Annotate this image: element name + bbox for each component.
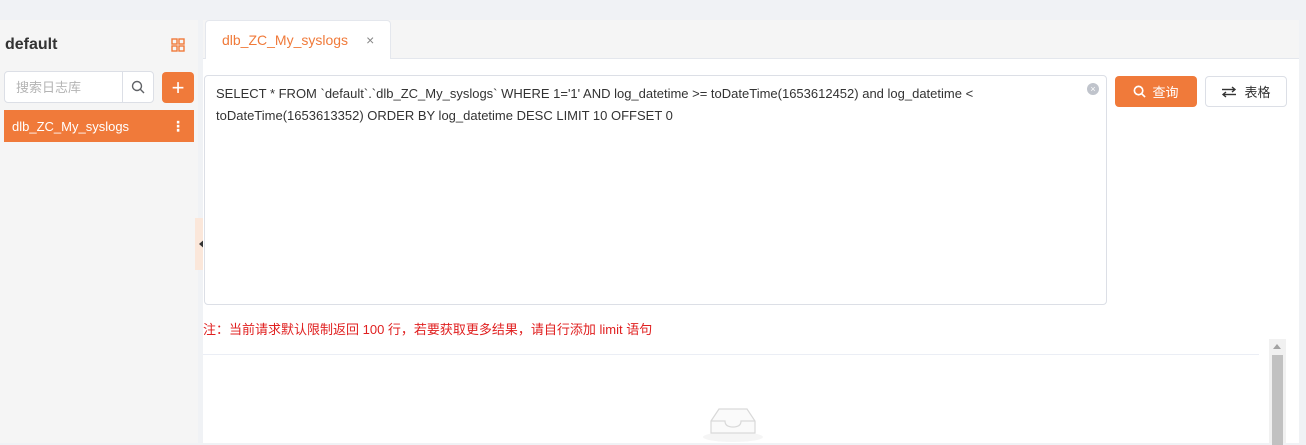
search-input[interactable] (5, 72, 122, 102)
swap-icon (1222, 85, 1237, 98)
top-strip (0, 0, 1306, 10)
results-scrollbar[interactable] (1269, 339, 1286, 445)
plus-icon: + (171, 74, 185, 100)
search-icon (131, 80, 145, 94)
page-edge (1299, 10, 1306, 443)
search-icon (1134, 85, 1147, 98)
sidebar: default + dlb_ZC_My_syslogs ⋮ (0, 20, 198, 443)
query-button-label: 查询 (1152, 85, 1179, 100)
clear-icon[interactable]: × (1087, 83, 1099, 95)
limit-note: 注：当前请求默认限制返回 100 行，若要获取更多结果，请自行添加 limit … (203, 322, 653, 337)
sidebar-item-dlb-zc-my-syslogs[interactable]: dlb_ZC_My_syslogs ⋮ (4, 110, 194, 142)
tab-label: dlb_ZC_My_syslogs (222, 32, 349, 48)
more-menu-icon[interactable]: ⋮ (168, 118, 188, 135)
main-panel: dlb_ZC_My_syslogs × SELECT * FROM `defau… (203, 20, 1299, 443)
results-area (203, 355, 1259, 443)
sidebar-item-label: dlb_ZC_My_syslogs (12, 118, 130, 134)
tab-bar: dlb_ZC_My_syslogs × (203, 20, 1299, 59)
grid-icon[interactable] (171, 38, 185, 52)
search-button[interactable] (122, 72, 153, 102)
close-icon[interactable]: × (366, 32, 374, 48)
sql-editor[interactable]: SELECT * FROM `default`.`dlb_ZC_My_syslo… (204, 75, 1107, 305)
scroll-up-arrow-icon[interactable] (1273, 344, 1281, 349)
table-button-label: 表格 (1244, 85, 1271, 100)
query-button[interactable]: 查询 (1115, 76, 1197, 107)
empty-inbox-icon (703, 408, 763, 442)
search-box (4, 71, 154, 103)
sidebar-title: default (5, 36, 58, 53)
table-view-button[interactable]: 表格 (1205, 76, 1287, 107)
add-logstore-button[interactable]: + (162, 72, 194, 103)
scroll-thumb[interactable] (1272, 355, 1283, 445)
tab-dlb-zc-my-syslogs[interactable]: dlb_ZC_My_syslogs × (205, 20, 391, 59)
